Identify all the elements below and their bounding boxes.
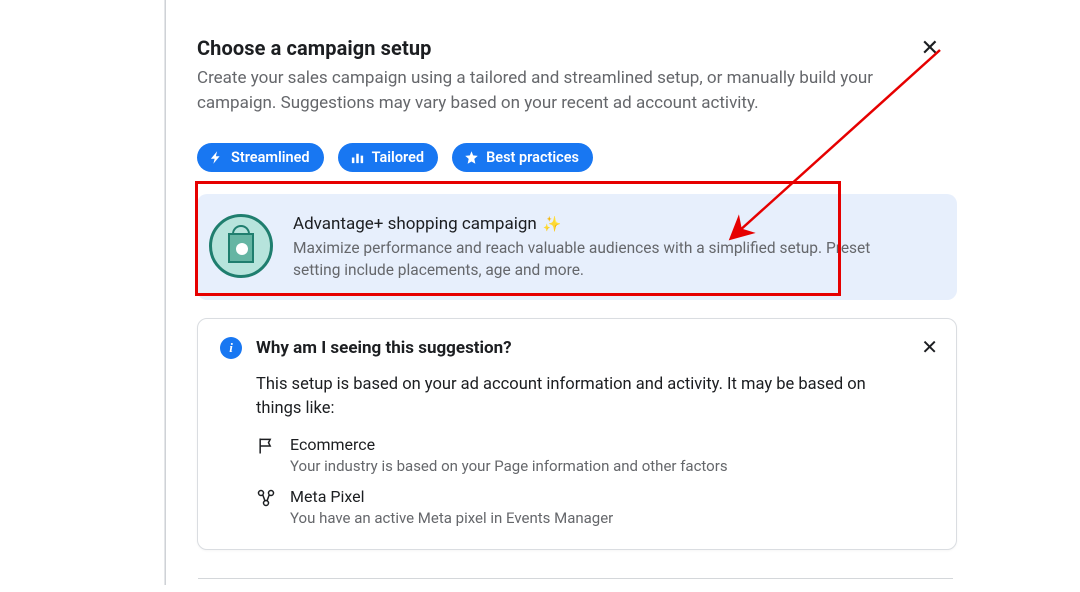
reason-meta-pixel: Meta Pixel You have an active Meta pixel… <box>256 487 934 527</box>
info-icon: i <box>220 337 242 359</box>
star-icon <box>464 150 479 165</box>
option-advantage-shopping[interactable]: Advantage+ shopping campaign ✨ Maximize … <box>197 194 957 299</box>
info-title: Why am I seeing this suggestion? <box>256 338 512 358</box>
suggestion-info-card: i Why am I seeing this suggestion? ✕ Thi… <box>197 318 957 550</box>
bar-chart-icon <box>350 150 365 165</box>
page-title: Choose a campaign setup <box>197 36 917 60</box>
option-title: Advantage+ shopping campaign <box>293 214 537 234</box>
chip-streamlined[interactable]: Streamlined <box>197 143 324 172</box>
chip-best-practices[interactable]: Best practices <box>452 143 593 172</box>
flag-icon <box>256 436 276 456</box>
info-body: This setup is based on your ad account i… <box>256 373 906 421</box>
reason-title: Ecommerce <box>290 435 728 454</box>
lightning-icon <box>209 150 224 165</box>
chip-label: Streamlined <box>231 149 310 166</box>
nodes-icon <box>256 488 276 508</box>
sparkle-icon: ✨ <box>543 215 562 233</box>
close-icon[interactable]: ✕ <box>921 337 938 357</box>
close-icon[interactable]: ✕ <box>917 36 943 62</box>
bottom-divider <box>198 578 953 579</box>
reason-desc: You have an active Meta pixel in Events … <box>290 509 613 527</box>
reason-title: Meta Pixel <box>290 487 613 506</box>
reason-ecommerce: Ecommerce Your industry is based on your… <box>256 435 934 475</box>
reason-desc: Your industry is based on your Page info… <box>290 457 728 475</box>
chip-tailored[interactable]: Tailored <box>338 143 439 172</box>
chip-label: Best practices <box>486 149 579 166</box>
option-description: Maximize performance and reach valuable … <box>293 238 903 281</box>
page-description: Create your sales campaign using a tailo… <box>197 66 917 115</box>
shopping-bag-icon <box>209 214 273 278</box>
chip-label: Tailored <box>372 149 425 166</box>
campaign-setup-panel: Choose a campaign setup Create your sale… <box>165 0 967 592</box>
